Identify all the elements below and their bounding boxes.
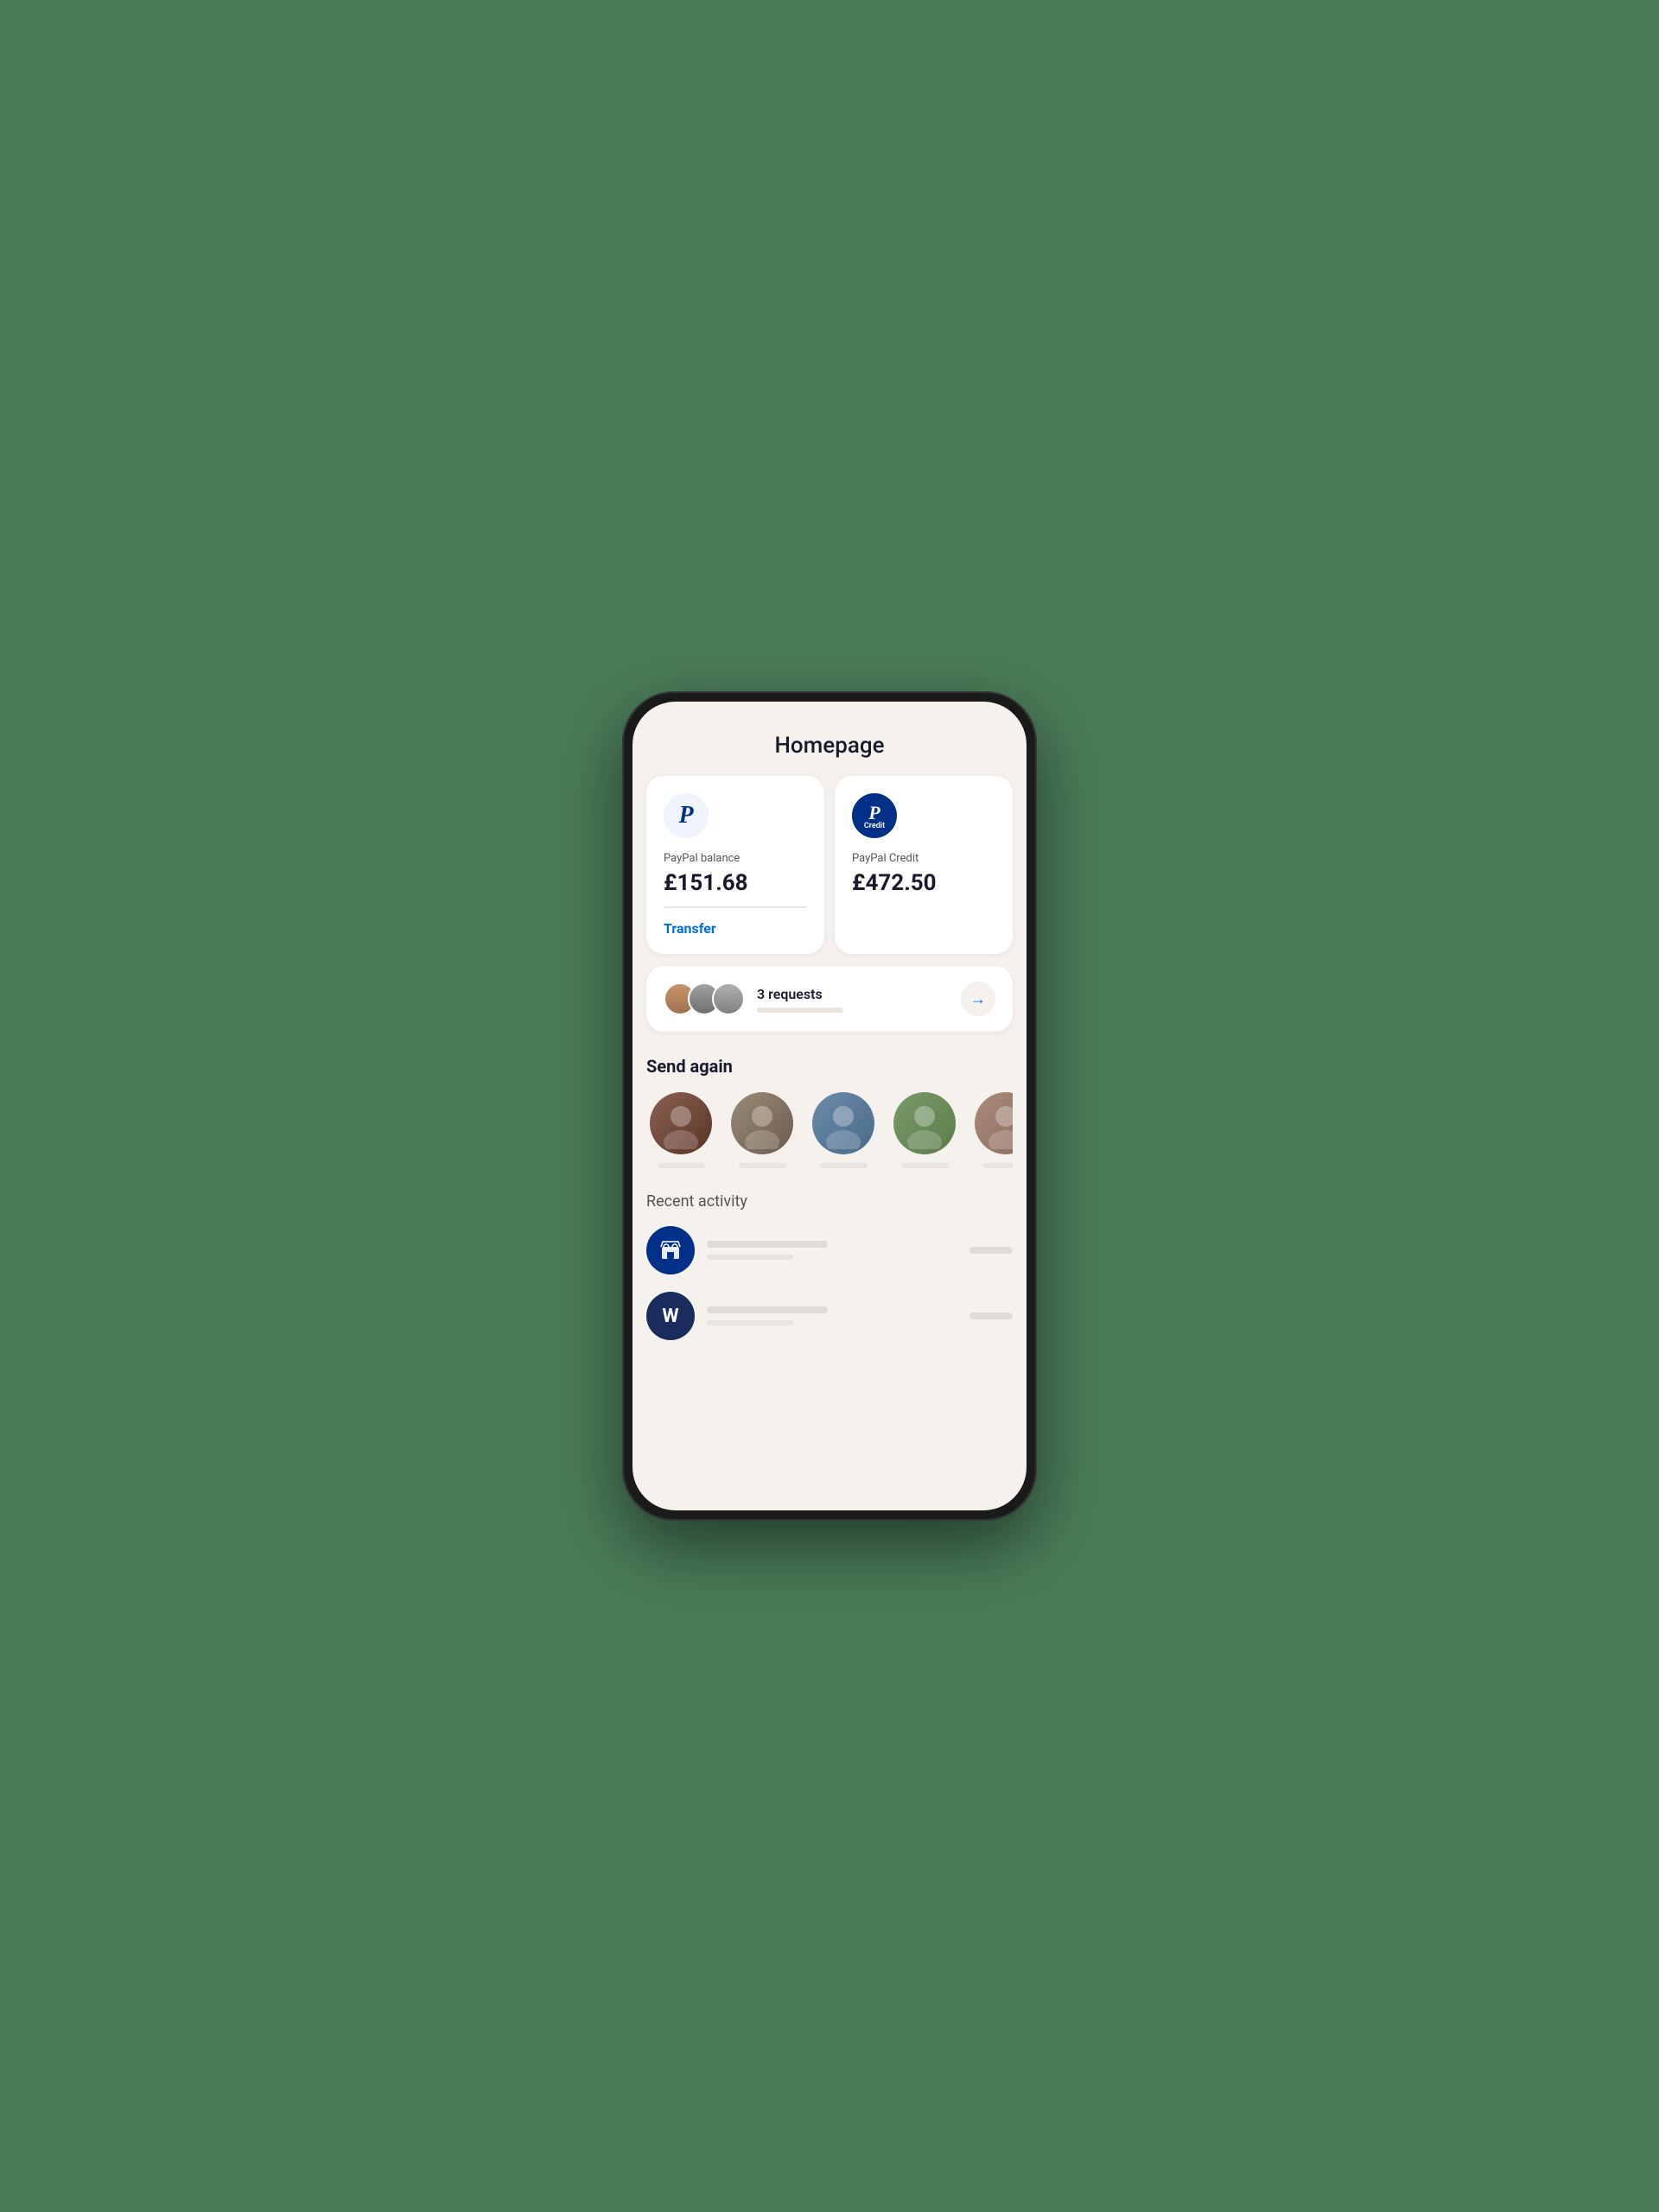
requests-card[interactable]: 3 requests → xyxy=(646,966,1013,1032)
activity-amount-2 xyxy=(969,1313,1013,1319)
person-icon-4 xyxy=(893,1092,956,1154)
request-avatar-3 xyxy=(712,982,745,1015)
send-again-title: Send again xyxy=(646,1056,1013,1077)
send-avatar-1 xyxy=(650,1092,712,1154)
activity-item-1[interactable] xyxy=(646,1226,1013,1274)
recent-activity-section: Recent activity xyxy=(632,1168,1027,1340)
activity-w-icon: W xyxy=(646,1292,695,1340)
activity-line1-2 xyxy=(707,1306,828,1313)
recent-activity-title: Recent activity xyxy=(646,1192,1013,1211)
requests-count-label: 3 requests xyxy=(757,986,961,1002)
page-title: Homepage xyxy=(632,702,1027,776)
activity-line2-1 xyxy=(707,1255,793,1260)
person-icon-2 xyxy=(731,1092,793,1154)
avatar-face-3 xyxy=(714,984,743,1014)
request-avatars xyxy=(664,982,745,1015)
credit-subtitle: PayPal Credit xyxy=(852,852,995,865)
transfer-link[interactable]: Transfer xyxy=(664,920,807,937)
send-again-item-4[interactable] xyxy=(890,1092,959,1168)
send-name-bar-5 xyxy=(982,1163,1014,1168)
paypal-p-icon: P xyxy=(678,802,693,830)
activity-line2-2 xyxy=(707,1320,793,1325)
send-avatar-3 xyxy=(812,1092,874,1154)
requests-text: 3 requests xyxy=(757,986,961,1013)
balance-subtitle: PayPal balance xyxy=(664,852,807,865)
paypal-logo-wrapper: P xyxy=(664,793,709,838)
send-avatar-2 xyxy=(731,1092,793,1154)
credit-amount: £472.50 xyxy=(852,870,995,896)
paypal-balance-card[interactable]: P PayPal balance £151.68 Transfer xyxy=(646,776,824,954)
paypal-credit-logo-inner: P Credit xyxy=(864,802,885,830)
send-name-bar-2 xyxy=(739,1163,786,1168)
activity-amount-1 xyxy=(969,1247,1013,1254)
person-icon-3 xyxy=(812,1092,874,1154)
send-name-bar-4 xyxy=(901,1163,949,1168)
activity-item-2[interactable]: W xyxy=(646,1292,1013,1340)
send-name-bar-3 xyxy=(820,1163,868,1168)
send-avatar-5 xyxy=(975,1092,1013,1154)
screen-scroll[interactable]: Homepage P PayPal balance £151.68 Transf… xyxy=(632,702,1027,1510)
person-icon-5 xyxy=(975,1092,1013,1154)
activity-details-2 xyxy=(707,1306,957,1325)
phone-frame: Homepage P PayPal balance £151.68 Transf… xyxy=(622,691,1037,1521)
phone-screen: Homepage P PayPal balance £151.68 Transf… xyxy=(632,702,1027,1510)
activity-store-icon xyxy=(646,1226,695,1274)
activity-details-1 xyxy=(707,1241,957,1260)
send-name-bar-1 xyxy=(658,1163,705,1168)
requests-arrow-button[interactable]: → xyxy=(961,982,995,1016)
balance-divider xyxy=(664,906,807,908)
send-again-item-2[interactable] xyxy=(728,1092,797,1168)
requests-sublabel-bar xyxy=(757,1007,843,1013)
requests-section: 3 requests → xyxy=(632,954,1027,1032)
balance-amount: £151.68 xyxy=(664,870,807,896)
w-letter-label: W xyxy=(662,1306,678,1327)
send-avatar-4 xyxy=(893,1092,956,1154)
send-again-list xyxy=(646,1092,1013,1168)
send-again-section: Send again xyxy=(632,1032,1027,1168)
balance-cards-section: P PayPal balance £151.68 Transfer P Cred… xyxy=(632,776,1027,954)
send-again-item-5[interactable] xyxy=(971,1092,1013,1168)
send-again-item-3[interactable] xyxy=(809,1092,878,1168)
paypal-credit-logo-wrapper: P Credit xyxy=(852,793,897,838)
send-again-item-1[interactable] xyxy=(646,1092,715,1168)
activity-line1-1 xyxy=(707,1241,828,1248)
paypal-credit-p-icon: P xyxy=(868,802,880,824)
person-icon-1 xyxy=(650,1092,712,1154)
credit-label: Credit xyxy=(864,823,885,830)
paypal-credit-card[interactable]: P Credit PayPal Credit £472.50 xyxy=(835,776,1013,954)
